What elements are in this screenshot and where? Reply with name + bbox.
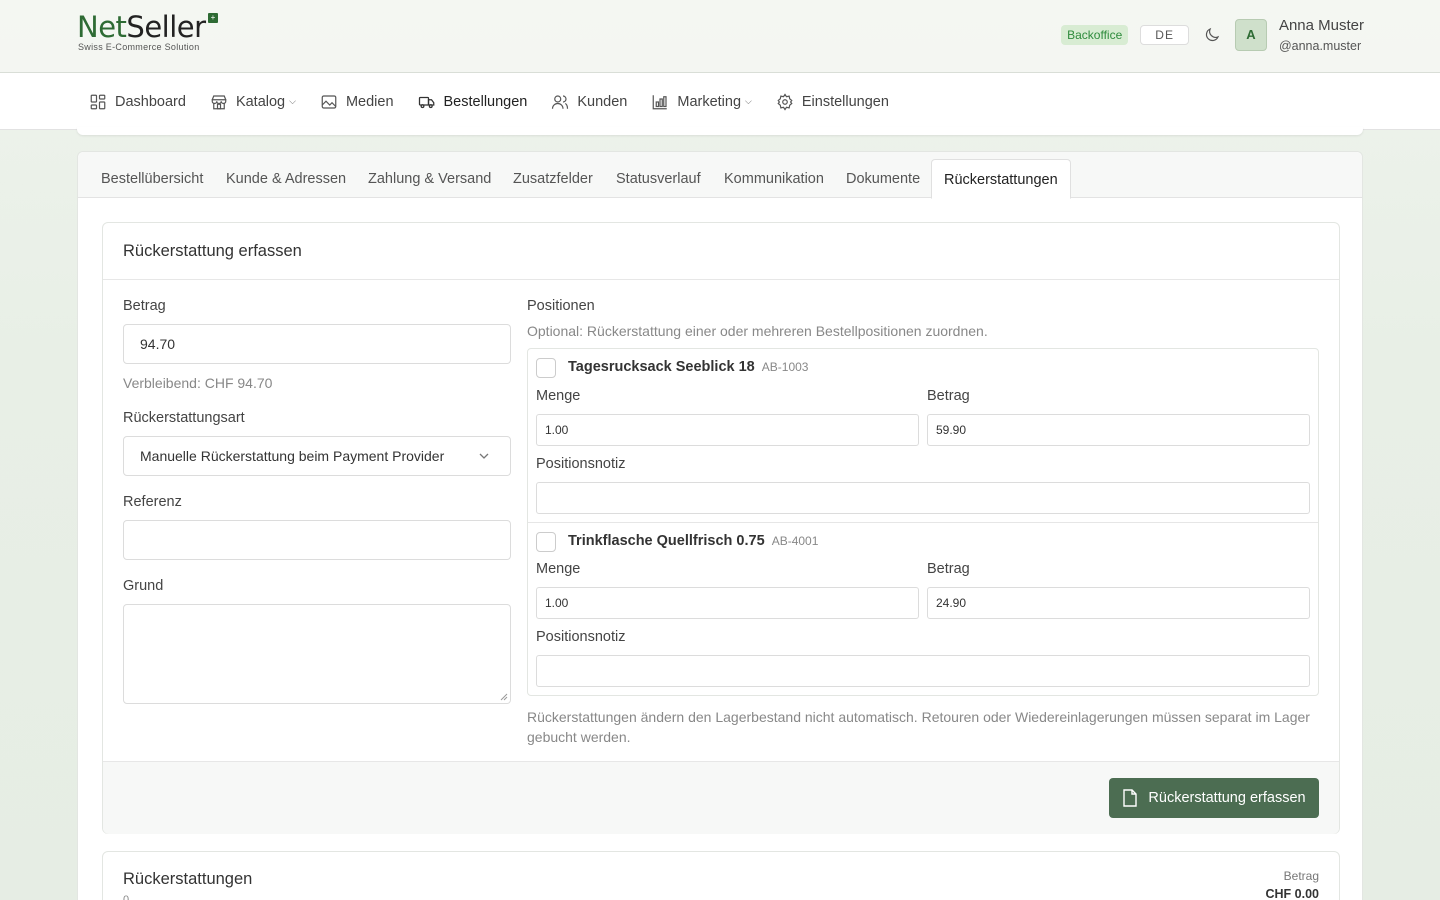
product-sku: AB-4001: [771, 534, 819, 548]
nav-item-einstellungen[interactable]: Einstellungen: [764, 73, 901, 130]
nav-label: Bestellungen: [443, 93, 528, 110]
tab-dokumente[interactable]: Dokumente: [846, 171, 920, 187]
previous-card-edge: [77, 127, 1363, 135]
nav-label: Marketing: [677, 93, 742, 110]
tab-zahlung-versand[interactable]: Zahlung & Versand: [368, 171, 491, 187]
logo-part-net: Net: [77, 10, 127, 44]
dashboard-icon: [90, 94, 106, 109]
logo-wordmark: NetSeller: [77, 12, 206, 42]
netseller-logo[interactable]: NetSeller + Swiss E-Commerce Solution: [77, 12, 218, 52]
nav-item-medien[interactable]: Medien: [308, 73, 406, 130]
position-amount-label: Betrag: [927, 561, 970, 577]
nav-item-katalog[interactable]: Katalog ⌵: [198, 73, 308, 130]
nav-item-kunden[interactable]: Kunden: [539, 73, 639, 130]
amount-input[interactable]: 94.70: [123, 324, 511, 364]
chevron-down-icon: [479, 453, 489, 459]
position-amount-input[interactable]: 59.90: [927, 414, 1310, 446]
header-right: Backoffice DE A Anna Muster @anna.muster: [1061, 17, 1364, 53]
amount-label: Betrag: [123, 298, 166, 314]
submit-refund-button[interactable]: Rückerstattung erfassen: [1109, 778, 1319, 818]
nav-item-dashboard[interactable]: Dashboard: [77, 73, 198, 130]
refund-list-panel: Rückerstattungen 0 Betrag CHF 0.00: [102, 851, 1340, 900]
refund-type-label: Rückerstattungsart: [123, 410, 245, 426]
quantity-label: Menge: [536, 561, 581, 577]
logo-tagline: Swiss E-Commerce Solution: [78, 42, 200, 52]
tab-kommunikation[interactable]: Kommunikation: [724, 171, 824, 187]
backoffice-badge: Backoffice: [1061, 25, 1129, 45]
chevron-down-icon: ⌵: [289, 96, 296, 106]
refund-type-select[interactable]: Manuelle Rückerstattung beim Payment Pro…: [123, 436, 511, 476]
logo-part-seller: Seller: [126, 10, 206, 44]
user-info[interactable]: Anna Muster @anna.muster: [1279, 17, 1364, 53]
nav-label: Katalog: [235, 93, 286, 110]
refund-list-count: 0: [123, 894, 130, 900]
resize-handle-icon[interactable]: [500, 693, 508, 701]
truck-icon: [418, 96, 434, 108]
positions-list: Tagesrucksack Seeblick 18 AB-1003 Menge …: [527, 348, 1319, 696]
product-name: Tagesrucksack Seeblick 18: [568, 359, 755, 375]
reference-input[interactable]: [123, 520, 511, 560]
store-icon: [211, 94, 227, 109]
product-name: Trinkflasche Quellfrisch 0.75: [568, 533, 765, 549]
logo-plus-icon: +: [208, 13, 218, 23]
quantity-input[interactable]: 1.00: [536, 587, 919, 619]
refund-form-panel: Rückerstattung erfassen Betrag 94.70 Ver…: [102, 222, 1340, 834]
refund-total-value: CHF 0.00: [1265, 887, 1320, 900]
refund-list-title: Rückerstattungen: [123, 870, 253, 888]
position-note-input[interactable]: [536, 655, 1310, 687]
reason-label: Grund: [123, 578, 164, 594]
gear-icon: [777, 92, 793, 111]
divider: [528, 522, 1318, 523]
position-note-input[interactable]: [536, 482, 1310, 514]
reference-label: Referenz: [123, 494, 182, 510]
stock-note: Rückerstattungen ändern den Lagerbestand…: [527, 709, 1310, 745]
users-icon: [552, 94, 569, 109]
position-checkbox[interactable]: [536, 532, 556, 552]
avatar[interactable]: A: [1234, 19, 1267, 51]
position-note-label: Positionsnotiz: [536, 456, 626, 472]
reason-textarea[interactable]: [123, 604, 511, 704]
image-icon: [321, 94, 337, 109]
main-navigation: Dashboard Katalog ⌵ Medien Bestellungen …: [0, 73, 1440, 130]
refund-type-value: Manuelle Rückerstattung beim Payment Pro…: [140, 448, 445, 464]
user-name: Anna Muster: [1278, 17, 1364, 34]
quantity-input[interactable]: 1.00: [536, 414, 919, 446]
refund-form-title: Rückerstattung erfassen: [123, 242, 302, 260]
tab-zusatzfelder[interactable]: Zusatzfelder: [513, 171, 593, 187]
top-header: NetSeller + Swiss E-Commerce Solution Ba…: [0, 0, 1440, 73]
user-handle: @anna.muster: [1278, 39, 1362, 53]
position-checkbox[interactable]: [536, 358, 556, 378]
product-sku: AB-1003: [761, 360, 809, 374]
tab-rueckerstattungen[interactable]: Rückerstattungen: [931, 159, 1071, 199]
remaining-amount: Verbleibend: CHF 94.70: [123, 375, 273, 391]
chart-icon: [653, 94, 668, 109]
refund-total-label: Betrag: [1283, 869, 1319, 883]
chevron-down-icon: ⌵: [745, 96, 752, 106]
form-footer: Rückerstattung erfassen: [103, 761, 1339, 834]
nav-label: Medien: [345, 93, 394, 110]
moon-icon[interactable]: [1203, 26, 1221, 44]
tab-kunde-adressen[interactable]: Kunde & Adressen: [226, 171, 346, 187]
position-amount-label: Betrag: [927, 388, 970, 404]
language-switch[interactable]: DE: [1140, 25, 1189, 45]
submit-refund-label: Rückerstattung erfassen: [1148, 790, 1306, 806]
position-product: Trinkflasche Quellfrisch 0.75 AB-4001: [568, 533, 818, 549]
tab-bestelluebersicht[interactable]: Bestellübersicht: [101, 171, 203, 187]
document-icon: [1123, 789, 1138, 807]
nav-item-bestellungen[interactable]: Bestellungen: [405, 73, 540, 130]
quantity-label: Menge: [536, 388, 581, 404]
nav-label: Kunden: [577, 93, 628, 110]
nav-item-marketing[interactable]: Marketing ⌵: [639, 73, 764, 130]
position-product: Tagesrucksack Seeblick 18 AB-1003: [568, 359, 808, 375]
order-card: Bestellübersicht Kunde & Adressen Zahlun…: [77, 151, 1363, 900]
order-tabs: Bestellübersicht Kunde & Adressen Zahlun…: [78, 152, 1362, 199]
nav-label: Einstellungen: [801, 93, 889, 110]
position-note-label: Positionsnotiz: [536, 629, 626, 645]
tab-statusverlauf[interactable]: Statusverlauf: [616, 171, 701, 187]
positions-label: Positionen: [527, 298, 595, 314]
divider: [103, 279, 1339, 280]
position-amount-input[interactable]: 24.90: [927, 587, 1310, 619]
nav-label: Dashboard: [115, 93, 186, 110]
positions-hint: Optional: Rückerstattung einer oder mehr…: [527, 323, 988, 339]
